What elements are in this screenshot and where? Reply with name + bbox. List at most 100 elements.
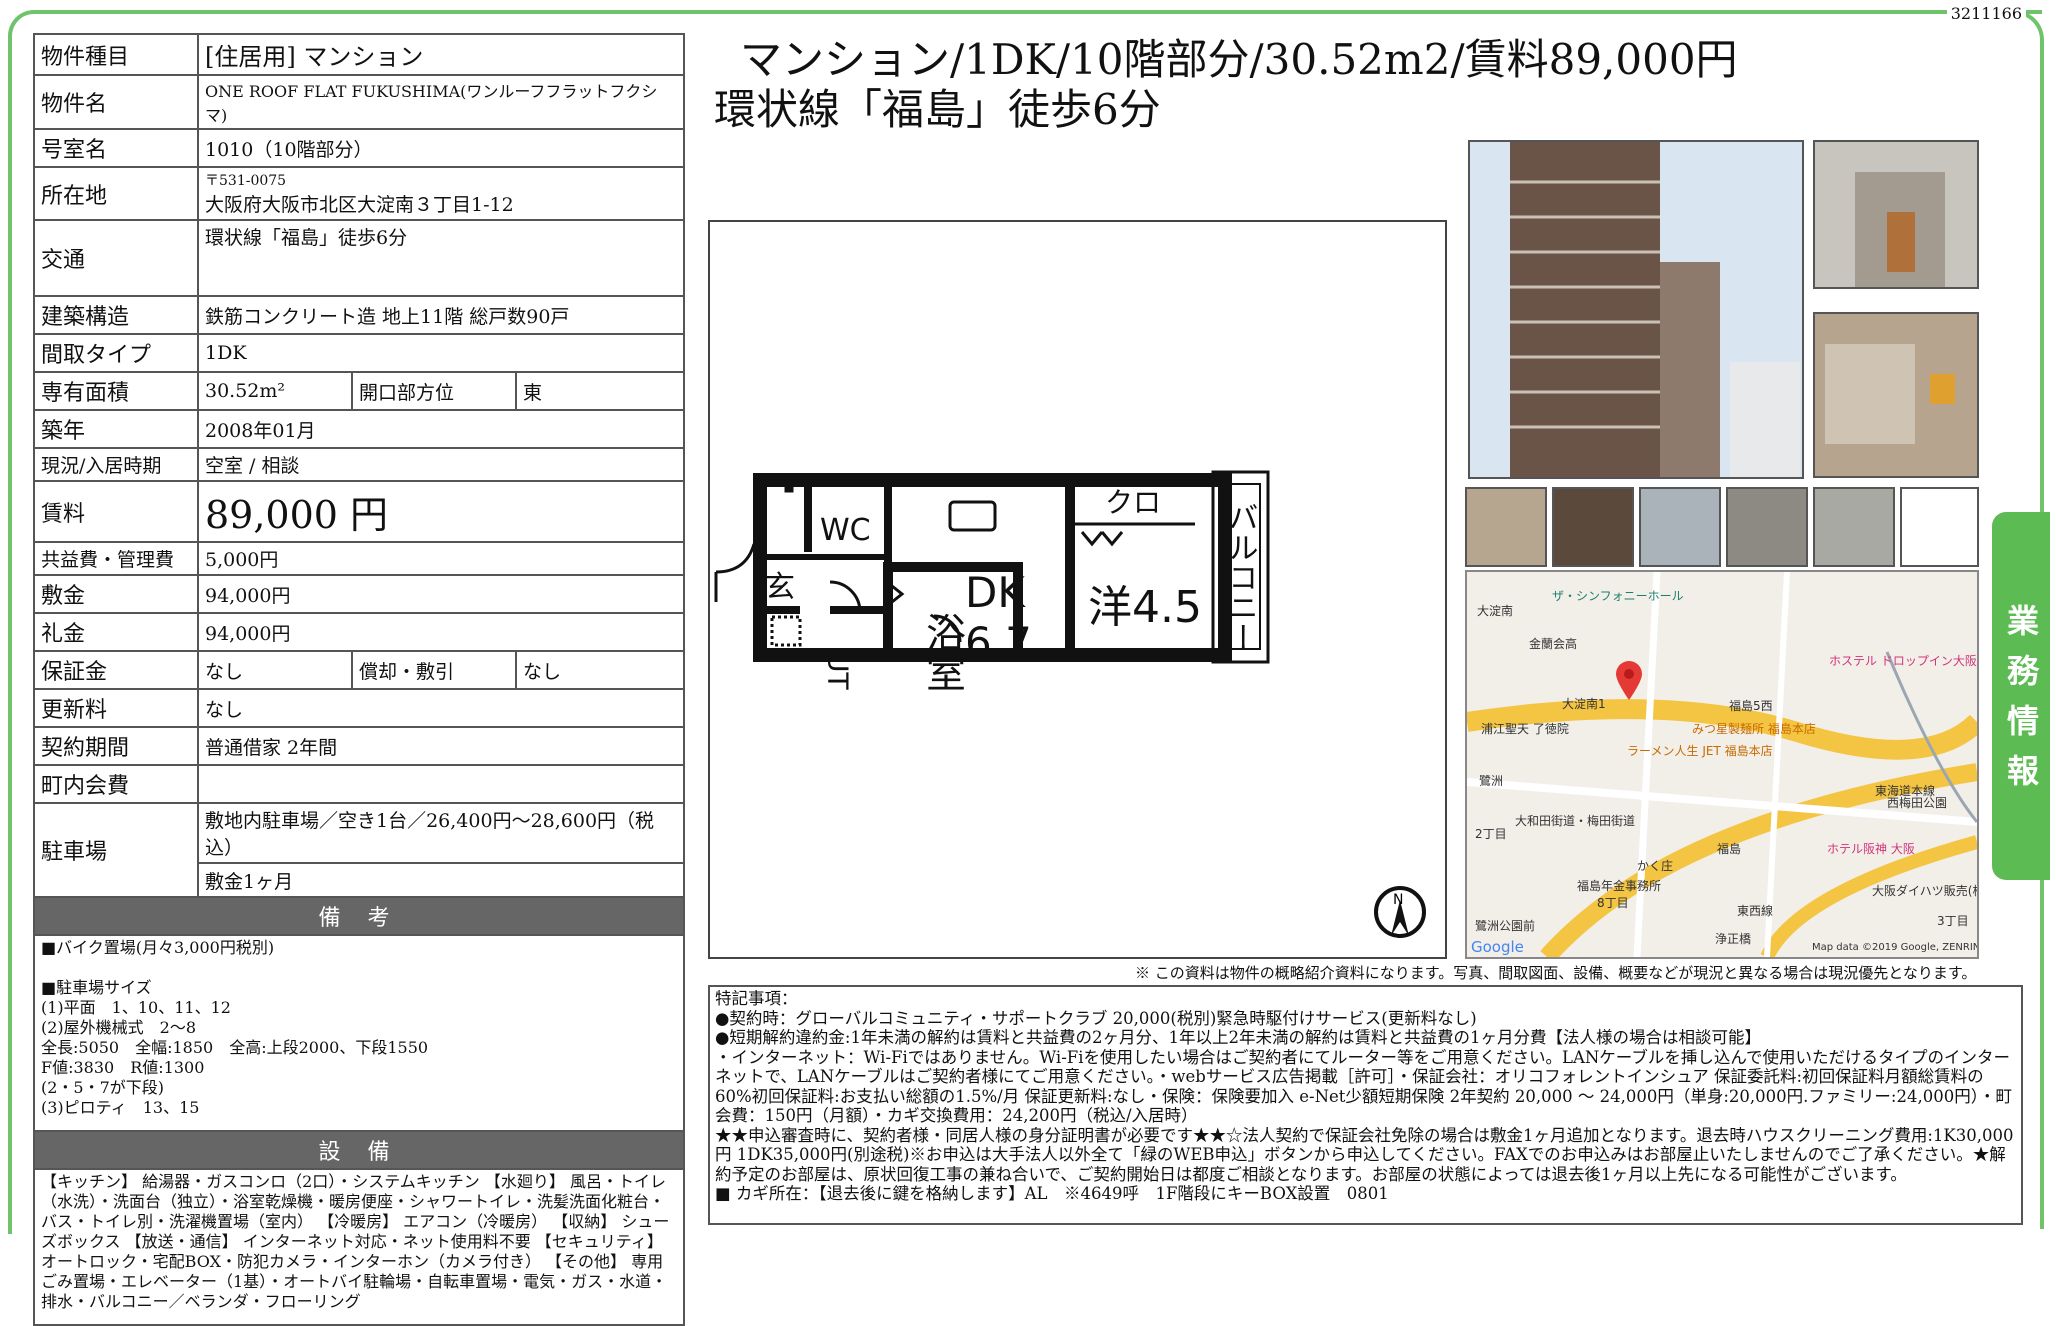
disclaimer: ※ この資料は物件の概略紹介資料になります。写真、間取図面、設備、概要などが現況… xyxy=(1135,964,1977,982)
remarks-line: ■ カギ所在：【退去後に鍵を格納します】AL ※4649呼 1F階段にキーBOX… xyxy=(715,1184,1389,1203)
lobby-photo xyxy=(1813,312,1979,478)
renewal-value: なし xyxy=(197,688,685,728)
area-label: 専有面積 xyxy=(33,371,199,411)
business-info-tab[interactable]: 業務情報 xyxy=(1992,512,2050,880)
map-label: 大淀南1 xyxy=(1562,697,1606,711)
map-label: 大淀南 xyxy=(1477,604,1514,618)
equipment-body: 【キッチン】 給湯器・ガスコンロ（2口）・システムキッチン 【水廻り】 風呂・ト… xyxy=(33,1168,685,1326)
thumbnail-4[interactable] xyxy=(1726,487,1808,567)
built-value: 2008年01月 xyxy=(197,409,685,449)
zip-code: 〒531-0075 xyxy=(205,173,287,189)
remarks-line: 特記事項： xyxy=(715,989,798,1008)
entrance-door xyxy=(714,543,756,602)
north-arrow-icon: N xyxy=(1374,886,1426,938)
status-value: 空室 / 相談 xyxy=(197,447,685,482)
structure-label: 建築構造 xyxy=(33,295,199,335)
thumbnail-2[interactable] xyxy=(1552,487,1634,567)
remarks-line: ●契約時：グローバルコミュニティ・サポートクラブ 20,000(税別)緊急時駆付… xyxy=(715,1008,1477,1028)
structure-value: 鉄筋コンクリート造 地上11階 総戸数90戸 xyxy=(197,295,685,335)
map-label: Map data ©2019 Google, ZENRIN xyxy=(1812,942,1979,953)
building-image xyxy=(1510,142,1800,477)
listing-access: 環状線「福島」徒歩6分 xyxy=(714,85,1161,134)
direction-value: 東 xyxy=(515,371,685,411)
map-label: 浄正橋 xyxy=(1715,932,1752,946)
closet-door xyxy=(1080,531,1124,547)
washer-space xyxy=(770,615,802,647)
map-label: 福島 xyxy=(1717,842,1742,856)
renewal-label: 更新料 xyxy=(33,688,199,728)
key-money-value: 94,000円 xyxy=(197,612,685,652)
wc-label: WC xyxy=(820,513,871,548)
rent-label: 賃料 xyxy=(33,480,199,543)
thumbnail-6[interactable] xyxy=(1900,487,1979,567)
lobby-image xyxy=(1825,344,1955,444)
map-label: 金蘭会高 xyxy=(1529,637,1578,651)
rent-value: 89,000 円 xyxy=(197,480,685,543)
equipment-header: 設 備 xyxy=(33,1130,685,1170)
map-label: ラーメン人生 JET 福島本店 xyxy=(1627,744,1773,758)
layout-label: 間取タイプ xyxy=(33,333,199,373)
type-value: [住居用] マンション xyxy=(197,33,685,76)
entrance-label: 玄 xyxy=(765,570,795,605)
amortization-label: 償却・敷引 xyxy=(351,650,517,690)
western-room-label: 洋4.5 xyxy=(1088,582,1202,633)
status-label: 現況/入居時期 xyxy=(33,447,199,482)
remarks-line: ★★申込審査時に、契約者様・同居人様の身分証明書が必要です★★☆法人契約で保証会… xyxy=(715,1125,2014,1184)
map-label: 東西線 xyxy=(1737,904,1774,918)
parking-label: 駐車場 xyxy=(33,802,199,898)
address-cell: 〒531-0075 大阪府大阪市北区大淀南３丁目1-12 xyxy=(197,166,685,221)
map-label: 大和田街道・梅田街道 xyxy=(1515,814,1636,828)
map-label: 福島5西 xyxy=(1729,699,1773,713)
notes-header: 備 考 xyxy=(33,896,685,936)
map-label: みつ星製麺所 福島本店 xyxy=(1692,722,1816,736)
map-label: 西梅田公園 xyxy=(1887,796,1948,810)
guarantee-label: 保証金 xyxy=(33,650,199,690)
map-label: Google xyxy=(1471,938,1524,956)
bath-door xyxy=(891,584,905,604)
remarks-line: ●短期解約違約金:1年未満の解約は賃料と共益費の2ヶ月分、1年以上2年未満の解約… xyxy=(715,1028,1761,1047)
map-label: ホテル阪神 大阪 xyxy=(1827,842,1915,856)
contract-value: 普通借家 2年間 xyxy=(197,726,685,766)
thumbnail-3[interactable] xyxy=(1639,487,1721,567)
balcony-label: バルコニー xyxy=(1223,502,1258,652)
building-exterior-photo xyxy=(1468,140,1804,479)
svg-text:N: N xyxy=(1393,892,1403,908)
map-label: 鷺洲 xyxy=(1479,774,1504,788)
map-label: 福島年金事務所 xyxy=(1577,879,1662,893)
key-money-label: 礼金 xyxy=(33,612,199,652)
dk-size: 6.7 xyxy=(965,618,1032,667)
amortization-value: なし xyxy=(515,650,685,690)
entrance-image xyxy=(1855,172,1945,287)
pillar xyxy=(784,479,794,493)
built-label: 築年 xyxy=(33,409,199,449)
access-label: 交通 xyxy=(33,219,199,297)
deposit-value: 94,000円 xyxy=(197,574,685,614)
fee-value: 5,000円 xyxy=(197,541,685,576)
map-label: ホステル ドロップイン大阪 xyxy=(1829,654,1977,668)
closet-label: クロ xyxy=(1105,486,1161,519)
room-label: 号室名 xyxy=(33,128,199,168)
access-value: 環状線「福島」徒歩6分 xyxy=(197,219,685,297)
direction-label: 開口部方位 xyxy=(351,371,517,411)
association-value xyxy=(197,764,685,804)
map-label: 3丁目 xyxy=(1937,914,1969,928)
map-label: ザ・シンフォニーホール xyxy=(1552,589,1684,603)
map-label: 8丁目 xyxy=(1597,896,1629,910)
sink xyxy=(948,500,997,532)
name-value: ONE ROOF FLAT FUKUSHIMA(ワンルーフフラットフクシマ) xyxy=(197,74,685,130)
layout-value: 1DK xyxy=(197,333,685,373)
guarantee-value: なし xyxy=(197,650,353,690)
thumbnail-1[interactable] xyxy=(1465,487,1547,567)
area-value: 30.52m² xyxy=(197,371,353,411)
association-label: 町内会費 xyxy=(33,764,199,804)
map-label: 2丁目 xyxy=(1475,827,1507,841)
location-map[interactable]: ザ・シンフォニーホール 大淀南 金蘭会高 大淀南1 浦江聖天 了徳院 みつ星製麺… xyxy=(1465,570,1979,959)
ut-label: UT xyxy=(822,652,855,690)
remarks-line: ・インターネット：Wi-Fiではありません。Wi-Fiを使用したい場合はご契約者… xyxy=(715,1047,2012,1126)
thumbnail-5[interactable] xyxy=(1813,487,1895,567)
parking-deposit: 敷金1ヶ月 xyxy=(197,862,685,898)
floor-plan-drawing: WC クロ DK 6.7 洋4.5 玄 UT 浴室 バルコニー N xyxy=(714,470,1426,938)
type-label: 物件種目 xyxy=(33,33,199,76)
dk-label: DK xyxy=(965,568,1026,617)
notes-body: ■バイク置場(月々3,000円税別) ■駐車場サイズ (1)平面 1、10、11… xyxy=(33,934,685,1132)
